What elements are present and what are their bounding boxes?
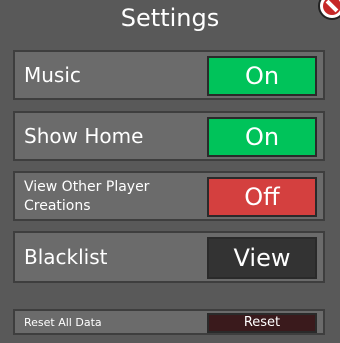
settings-title: Settings <box>120 4 220 32</box>
reset-row: Reset All Data Reset <box>13 309 325 335</box>
view-creations-label-line1: View Other Player <box>24 179 150 195</box>
show-home-label: Show Home <box>24 124 144 148</box>
settings-panel: Settings Music On Show Home On View Othe… <box>0 0 340 343</box>
view-creations-toggle-button[interactable]: Off <box>207 177 317 217</box>
blacklist-label: Blacklist <box>24 245 108 269</box>
view-creations-label-line2: Creations <box>24 198 91 214</box>
music-label: Music <box>24 63 81 87</box>
view-creations-row: View Other Player Creations Off <box>13 171 325 221</box>
show-home-toggle-button[interactable]: On <box>207 117 317 157</box>
music-row: Music On <box>13 50 325 100</box>
blacklist-view-button[interactable]: View <box>207 237 317 279</box>
reset-label: Reset All Data <box>24 316 102 329</box>
reset-data-button[interactable]: Reset <box>207 313 317 333</box>
music-toggle-button[interactable]: On <box>207 56 317 96</box>
blacklist-row: Blacklist View <box>13 231 325 283</box>
no-entry-icon <box>323 0 340 15</box>
show-home-row: Show Home On <box>13 111 325 161</box>
